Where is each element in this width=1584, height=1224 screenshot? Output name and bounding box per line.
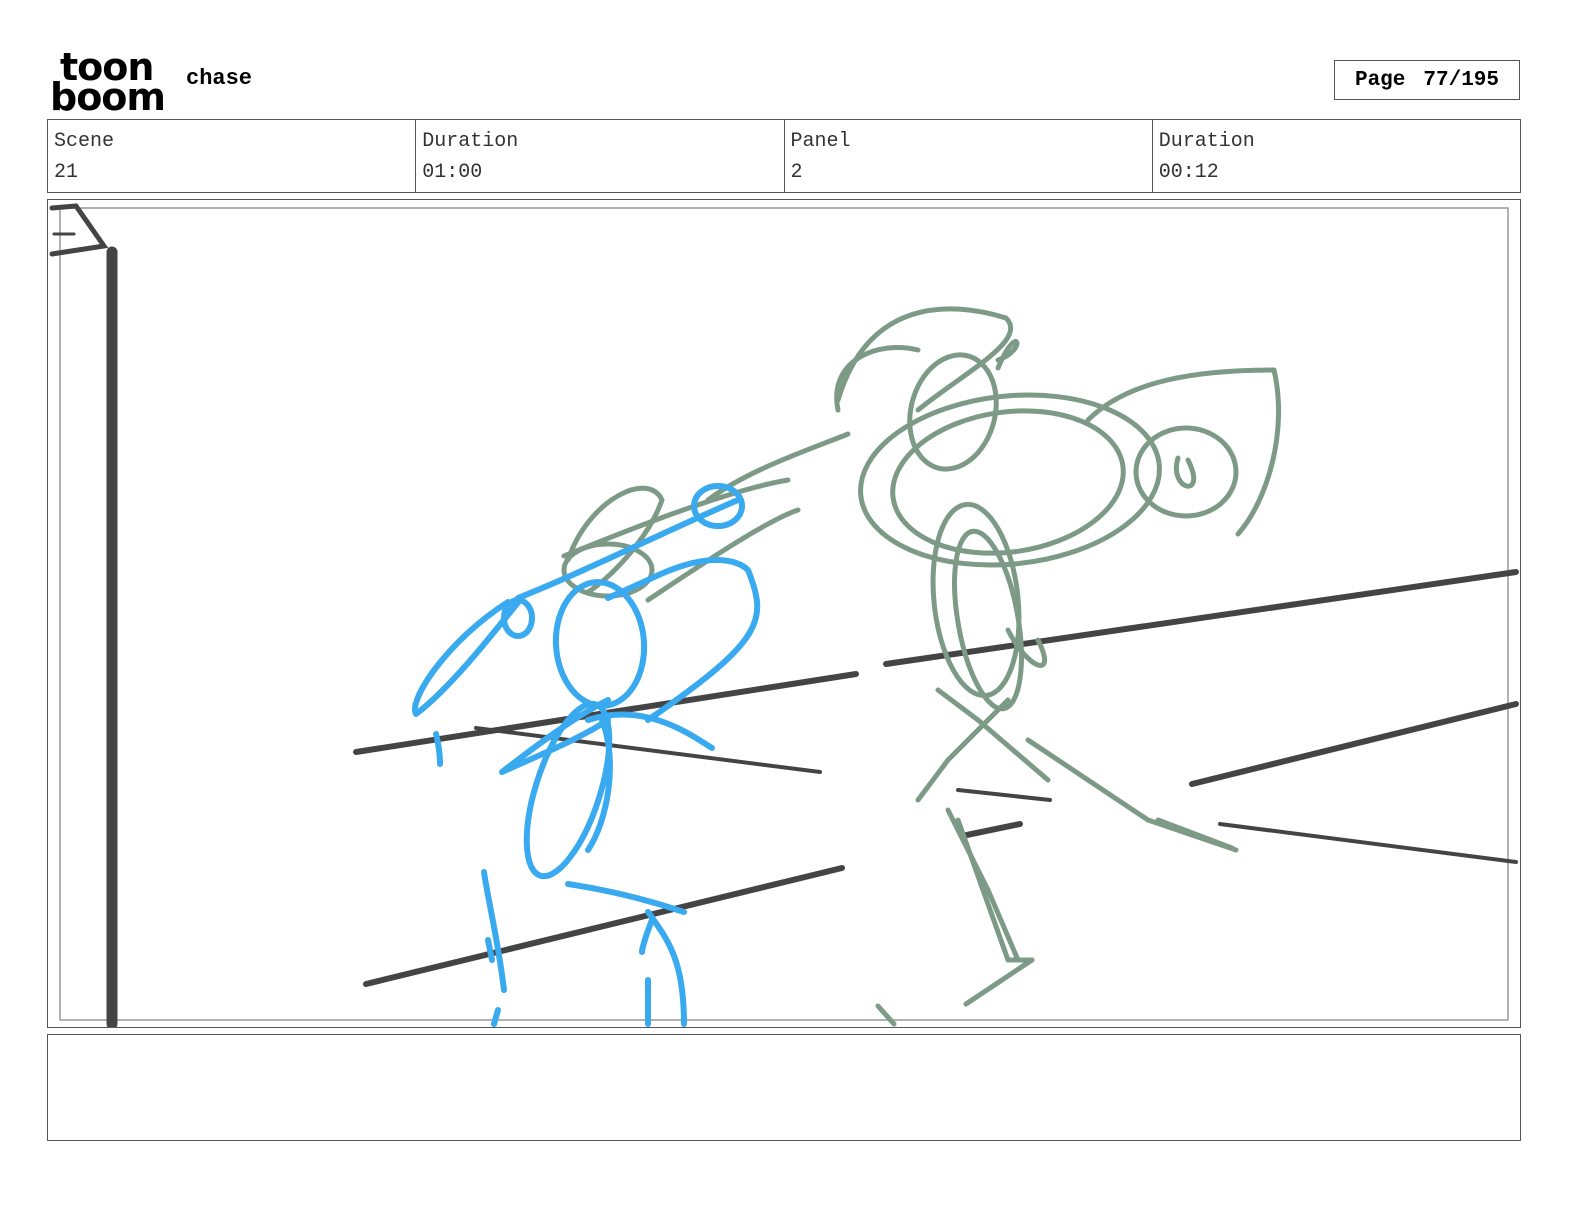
page-label: Page bbox=[1354, 68, 1406, 92]
panel-duration-cell: Duration 00:12 bbox=[1151, 120, 1520, 192]
green-character-sketch bbox=[561, 306, 1282, 1027]
page-value: 77/195 bbox=[1423, 68, 1500, 92]
panel-info-table: Scene 21 Duration 01:00 Panel 2 Duration… bbox=[47, 119, 1521, 193]
safe-area-frame bbox=[59, 207, 1509, 1021]
panel-duration-value: 00:12 bbox=[1158, 161, 1219, 184]
scene-duration-value: 01:00 bbox=[422, 161, 483, 184]
panel-duration-label: Duration bbox=[1158, 130, 1255, 153]
scene-cell: Scene 21 bbox=[48, 120, 415, 192]
panel-value: 2 bbox=[790, 161, 803, 184]
project-title: chase bbox=[186, 66, 253, 91]
panel-cell: Panel 2 bbox=[783, 120, 1152, 192]
logo-line-2: boom bbox=[50, 75, 166, 119]
scene-duration-cell: Duration 01:00 bbox=[415, 120, 783, 192]
scene-value: 21 bbox=[54, 161, 79, 184]
scene-duration-label: Duration bbox=[422, 130, 519, 153]
panel-drawing bbox=[49, 203, 1519, 1027]
scene-label: Scene bbox=[54, 130, 115, 153]
page-indicator: Page 77/195 bbox=[1334, 60, 1520, 100]
storyboard-panel bbox=[47, 199, 1521, 1028]
blue-character-sketch bbox=[412, 483, 761, 1027]
toon-boom-logo: toon boom bbox=[50, 48, 166, 119]
panel-notes-box[interactable] bbox=[47, 1034, 1521, 1141]
panel-label: Panel bbox=[790, 130, 851, 153]
background-lines bbox=[49, 203, 1519, 1027]
